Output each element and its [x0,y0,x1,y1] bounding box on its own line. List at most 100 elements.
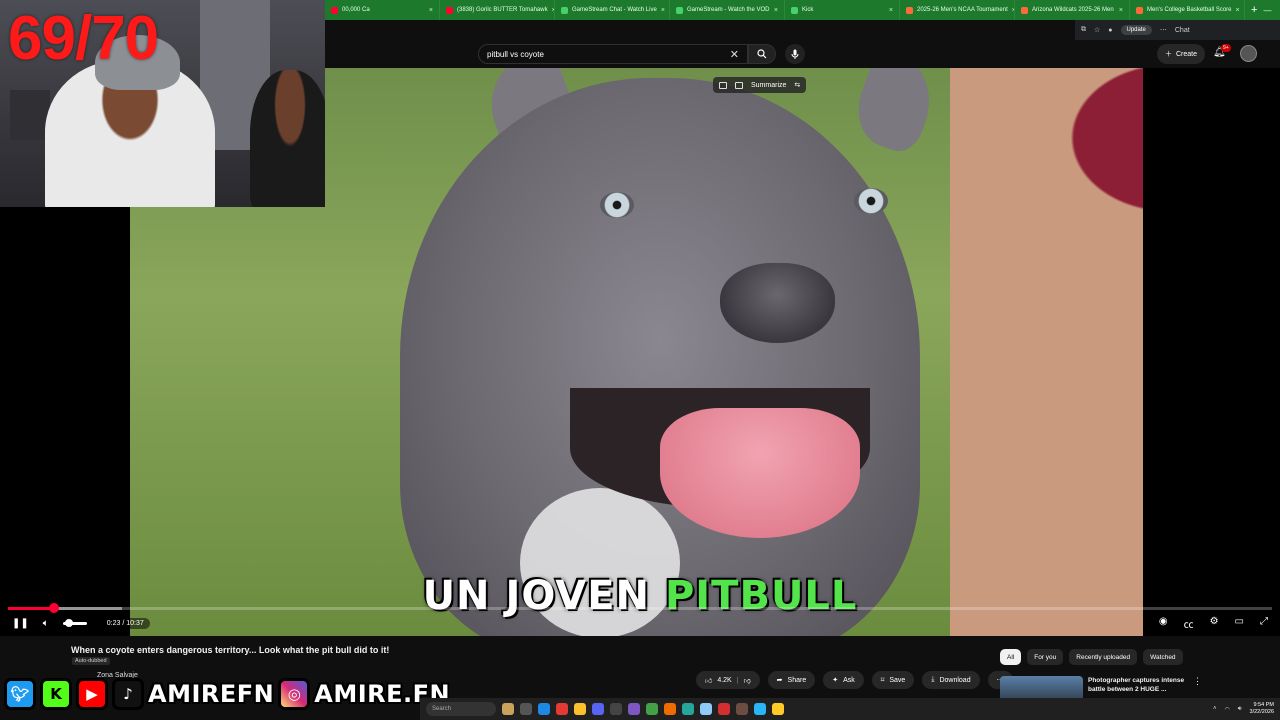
chip-watched[interactable]: Watched [1143,649,1183,665]
autoplay-toggle-icon[interactable]: ◉ [1159,616,1168,631]
close-tab-icon[interactable]: × [661,7,665,14]
minimize-icon[interactable]: — [1263,6,1271,15]
chrome-icon[interactable] [574,703,586,715]
taskbar-search-label: Search [432,706,452,712]
calculator-icon[interactable] [610,703,622,715]
like-count: 4.2K [717,676,732,684]
app-icon-lightblue[interactable] [754,703,766,715]
task-view-icon[interactable] [520,703,532,715]
weather-icon[interactable] [502,703,514,715]
social-handles-overlay: 🐦︎ K ▶ ♪ AMIREFN ◎ AMIRE.FN [4,677,450,711]
account-avatar[interactable] [1240,45,1257,62]
screenshot-icon[interactable] [735,81,743,89]
app-icon-teal[interactable] [682,703,694,715]
clock-time: 9:54 PM [1253,702,1274,708]
app-icon-purple[interactable] [628,703,640,715]
browser-tab[interactable]: (3838) Gorilc BUTTER Tomahawk× [440,0,555,20]
copy-icon[interactable] [719,81,727,89]
new-tab-button[interactable]: + [1245,4,1263,16]
taskbar-clock[interactable]: 9:54 PM 3/22/2026 [1250,702,1274,716]
bookmark-save-icon: ⌑ [880,677,885,684]
kick-icon: K [40,678,72,710]
volume-icon[interactable]: 🔈︎ [43,618,49,629]
tray-chevron-icon[interactable]: ˄ [1213,706,1217,712]
youtube-header: pitbull vs coyote ✕ ＋ Create 🔔︎ 9+ [325,40,1280,68]
create-button[interactable]: ＋ Create [1157,44,1206,64]
ask-button[interactable]: ✦ Ask [823,671,864,689]
close-tab-icon[interactable]: × [1119,7,1123,14]
tiktok-icon: ♪ [112,678,144,710]
download-button[interactable]: ⤓ Download [922,671,980,689]
save-button[interactable]: ⌑ Save [871,671,915,689]
download-icon: ⤓ [931,676,935,683]
browser-tab[interactable]: GameStream Chat - Watch Live × [555,0,670,20]
app-icon-red[interactable] [718,703,730,715]
bookmark-icon[interactable]: ☆ [1094,26,1100,34]
settings-gear-icon[interactable]: ⚙ [1210,616,1219,631]
ask-label: Ask [843,676,855,684]
wifi-icon[interactable]: ◠ [1225,706,1230,713]
create-label: Create [1176,50,1198,58]
browser-tab[interactable]: Kick × [785,0,900,20]
browser-tab[interactable]: 00,000 Ca × [325,0,440,20]
browser-tab-label: Men's College Basketball Score [1147,7,1232,13]
twitter-icon: 🐦︎ [4,678,36,710]
app-icon-blue[interactable] [700,703,712,715]
close-tab-icon[interactable]: × [774,7,778,14]
browser-tab[interactable]: GameStream - Watch the VOD × [670,0,785,20]
theater-mode-icon[interactable]: ▭ [1235,616,1244,631]
like-button[interactable]: 👍︎ 4.2K | 👎︎ [696,671,760,689]
played-bar [8,607,54,610]
chip-recently-uploaded[interactable]: Recently uploaded [1069,649,1138,665]
instagram-icon: ◎ [278,678,311,710]
speaker-icon[interactable]: 🔊︎ [1238,706,1242,713]
browser-tab-label: (3838) Gorilc BUTTER Tomahawk [457,7,548,13]
search-button[interactable] [748,44,776,64]
youtube-icon [446,6,453,14]
thumbs-down-icon[interactable]: 👎︎ [744,676,751,685]
progress-bar[interactable] [8,603,1272,613]
edge-icon[interactable] [538,703,550,715]
browser-tab[interactable]: Men's College Basketball Score × [1130,0,1245,20]
auto-dubbed-badge: Auto-dubbed [72,657,110,665]
file-explorer-icon[interactable] [772,703,784,715]
voice-search-button[interactable] [785,44,805,64]
obs-icon[interactable] [556,703,568,715]
recommendation-more-icon[interactable]: ⋮ [1193,676,1202,687]
clear-search-icon[interactable]: ✕ [730,48,739,61]
excel-icon[interactable] [646,703,658,715]
pause-icon[interactable]: ❚❚ [12,618,29,629]
translate-icon[interactable]: ⇆ [794,81,800,89]
browser-tab[interactable]: Arizona Wildcats 2025-26 Men × [1015,0,1130,20]
search-icon [757,49,767,59]
social-handle-main: AMIREFN [148,680,275,708]
windows-taskbar: Search ˄ ◠ 🔊︎ 9:54 PM 3/22/2026 [420,698,1280,720]
close-tab-icon[interactable]: × [429,7,433,14]
update-button[interactable]: Update [1120,25,1152,35]
close-tab-icon[interactable]: × [889,7,893,14]
youtube-icon: ▶ [76,678,108,710]
app-icon-orange[interactable] [664,703,676,715]
fullscreen-icon[interactable]: ⤢ [1260,616,1268,631]
taskbar-search[interactable]: Search [426,702,496,716]
time-display: 0:23 / 10:37 [100,617,150,629]
extensions-icon[interactable]: ⧉ [1081,26,1086,34]
browser-tab[interactable]: 2025-26 Men's NCAA Tournament× [900,0,1015,20]
menu-icon[interactable]: ⋯ [1160,26,1167,34]
volume-slider[interactable] [62,618,87,627]
recommended-video-title[interactable]: Photographer captures intense battle bet… [1088,676,1188,694]
share-button[interactable]: ➦ Share [767,671,816,689]
close-tab-icon[interactable]: × [1236,7,1240,14]
gamesite-icon [1136,6,1143,14]
profile-icon[interactable]: ● [1108,27,1112,34]
chip-all[interactable]: All [1000,649,1022,665]
system-tray: ˄ ◠ 🔊︎ 9:54 PM 3/22/2026 [1213,702,1274,716]
chat-button[interactable]: Chat [1175,27,1190,34]
chip-for-you[interactable]: For you [1027,649,1064,665]
app-icon-brown[interactable] [736,703,748,715]
summarize-button[interactable]: Summarize [751,82,786,89]
discord-icon[interactable] [592,703,604,715]
search-input[interactable]: pitbull vs coyote ✕ [478,44,748,64]
dog-tongue [660,408,860,538]
captions-icon[interactable]: ㏄ [1184,616,1194,631]
